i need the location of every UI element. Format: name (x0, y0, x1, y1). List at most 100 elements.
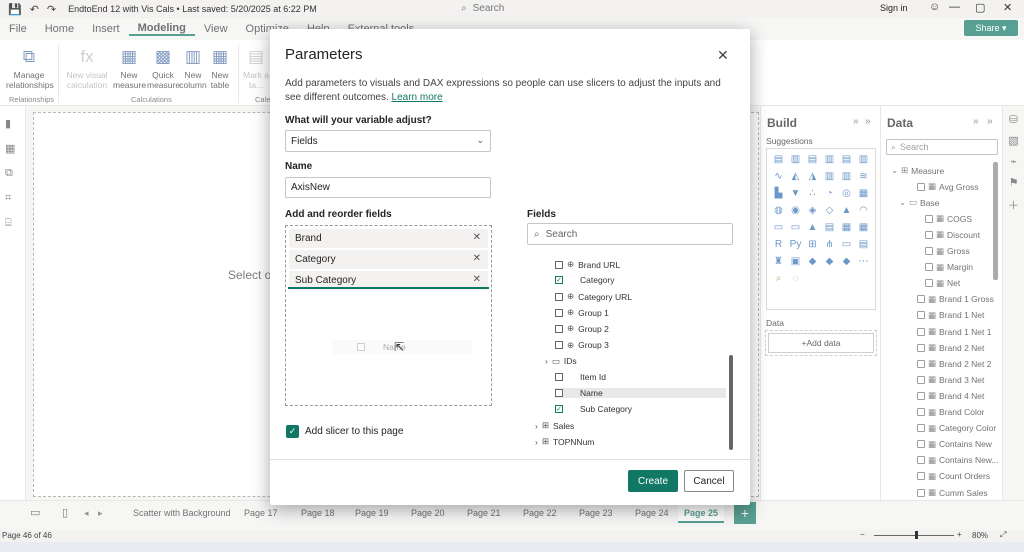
add-slicer-checkbox[interactable]: ✓ Add slicer to this page (286, 425, 403, 438)
search-icon: ⌕ (534, 228, 540, 240)
description-text: Add parameters to visuals and DAX expres… (285, 78, 721, 103)
selected-field-chip[interactable]: Category ✕ (289, 250, 488, 269)
checkbox[interactable]: ✓ (555, 276, 563, 285)
remove-icon[interactable]: ✕ (473, 274, 481, 285)
table-icon: ⊞ (541, 420, 549, 430)
sign-in-link[interactable]: Sign in (880, 3, 908, 13)
checkbox[interactable] (555, 388, 563, 397)
url-icon: ⊕ (567, 291, 575, 302)
field-list-item[interactable]: Name (555, 387, 726, 398)
close-window-icon[interactable]: ✕ (1003, 1, 1012, 14)
field-list-item[interactable]: ✓ Sub Category (555, 404, 632, 414)
window-title: EndtoEnd 12 with Vis Cals • Last saved: … (68, 4, 317, 14)
url-icon: ⊕ (567, 259, 575, 269)
undo-icon[interactable]: ↶ (30, 3, 39, 16)
table-icon: ⊞ (541, 436, 549, 447)
add-slicer-label: Add slicer to this page (305, 426, 404, 437)
dialog-title: Parameters (285, 46, 363, 63)
field-list-item[interactable]: › ⊞ Sales (535, 420, 574, 431)
field-list-item[interactable]: ⊕ Brand URL (555, 259, 620, 270)
collapsed-chevron-icon[interactable]: › (535, 421, 538, 431)
field-list-item[interactable]: ⊕ Group 3 (555, 340, 609, 351)
checkbox[interactable]: ✓ (555, 404, 563, 413)
remove-icon[interactable]: ✕ (473, 253, 481, 264)
adjust-select[interactable]: Fields ⌄ (285, 130, 491, 152)
account-icon[interactable]: ☺ (929, 1, 940, 13)
field-chip-label: Sub Category (295, 275, 357, 286)
create-button[interactable]: Create (628, 470, 678, 492)
reorder-fields-list[interactable]: Brand ✕ Category ✕ Sub Category ✕ (285, 225, 492, 406)
collapsed-chevron-icon[interactable]: › (535, 437, 538, 447)
url-icon: ⊕ (567, 307, 575, 318)
field-label: Item Id (580, 371, 606, 382)
field-label: Category URL (578, 291, 632, 302)
maximize-icon[interactable]: ▢ (975, 1, 985, 14)
url-icon: ⊕ (567, 323, 575, 334)
checkbox[interactable] (555, 324, 563, 333)
field-label: Category (580, 275, 615, 286)
dialog-description: Add parameters to visuals and DAX expres… (285, 77, 725, 105)
ghost-checkbox (357, 343, 365, 351)
fields-scrollbar[interactable] (729, 355, 733, 450)
global-search-placeholder: Search (472, 3, 505, 14)
cancel-button[interactable]: Cancel (684, 470, 734, 492)
field-list-item[interactable]: ✓ Category (555, 275, 615, 285)
save-icon[interactable]: 💾 (8, 3, 22, 16)
redo-icon[interactable]: ↷ (47, 3, 56, 16)
search-icon: ⌕ (461, 3, 467, 14)
chevron-down-icon: ⌄ (476, 135, 484, 145)
zoom-slider[interactable] (874, 535, 954, 536)
field-list-item[interactable]: ⊕ Group 2 (555, 323, 609, 334)
field-chip-label: Category (295, 254, 336, 265)
collapsed-chevron-icon[interactable]: › (545, 356, 548, 366)
checkbox[interactable] (555, 341, 563, 349)
checkbox[interactable] (555, 372, 563, 381)
fit-page-icon[interactable]: ⤢ (1000, 530, 1006, 540)
field-label: Sub Category (580, 403, 632, 414)
parameters-dialog: Parameters ✕ Add parameters to visuals a… (270, 29, 750, 505)
zoom-out-icon[interactable]: − (860, 530, 865, 539)
field-label: TOPNNum (552, 436, 595, 447)
field-list-item[interactable]: › ▭ IDs (545, 356, 577, 367)
page-count: Page 46 of 46 (2, 531, 52, 540)
dialog-footer-divider (270, 459, 750, 460)
field-label: Group 2 (578, 323, 609, 334)
fields-label: Fields (527, 209, 556, 220)
field-label: IDs (563, 356, 577, 367)
os-taskbar (0, 542, 1024, 552)
zoom-slider-thumb[interactable] (915, 531, 918, 539)
reorder-label: Add and reorder fields (285, 209, 392, 220)
field-list-item[interactable]: ⊕ Category URL (555, 291, 632, 302)
name-label: Name (285, 161, 313, 172)
field-label: Group 3 (578, 340, 609, 350)
selected-field-chip[interactable]: Brand ✕ (289, 229, 488, 248)
field-list-item[interactable]: ⊕ Group 1 (555, 307, 609, 318)
field-list-item[interactable]: › ⊞ TOPNNum (535, 436, 594, 447)
checkbox[interactable] (555, 308, 563, 317)
fields-search-input[interactable]: ⌕ Search (527, 223, 733, 245)
zoom-in-icon[interactable]: + (957, 530, 962, 539)
field-list-item[interactable]: Item Id (555, 372, 606, 382)
field-chip-label: Brand (295, 233, 322, 244)
fields-search-placeholder: Search (545, 228, 578, 240)
name-input[interactable]: AxisNew (285, 177, 491, 198)
adjust-select-value: Fields (291, 135, 318, 147)
zoom-level: 80% (972, 531, 989, 540)
url-icon: ⊕ (567, 339, 575, 350)
global-search[interactable]: ⌕ Search (461, 1, 661, 16)
name-input-value: AxisNew (291, 182, 330, 193)
adjust-label: What will your variable adjust? (285, 115, 432, 126)
field-label: Group 1 (578, 307, 609, 318)
checkbox[interactable] (555, 260, 563, 269)
close-icon[interactable]: ✕ (717, 47, 729, 64)
remove-icon[interactable]: ✕ (473, 232, 481, 243)
checkbox[interactable] (555, 292, 563, 301)
learn-more-link[interactable]: Learn more (392, 92, 443, 103)
field-label: Sales (552, 420, 575, 431)
minimize-icon[interactable]: — (949, 1, 960, 13)
folder-icon: ▭ (551, 355, 560, 366)
field-label: Brand URL (578, 259, 621, 270)
status-bar: Page 46 of 46 − + 80% ⤢ (0, 530, 1024, 542)
drop-indicator (288, 287, 489, 289)
checkmark-icon: ✓ (286, 425, 299, 438)
